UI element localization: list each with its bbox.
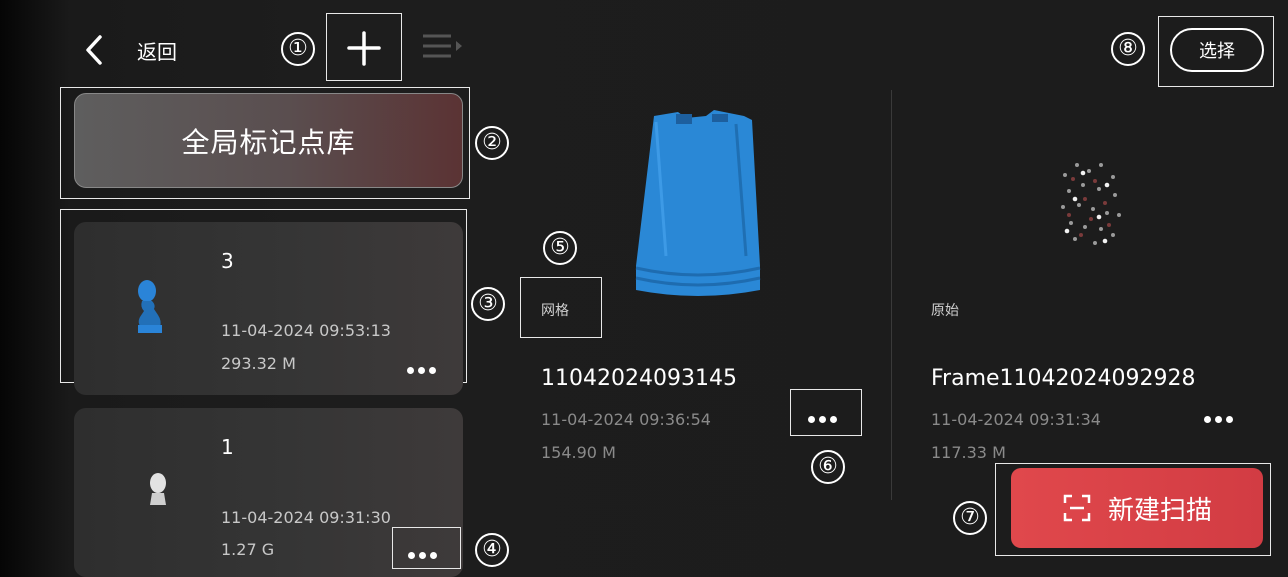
project-size: 154.90 M <box>541 443 616 462</box>
item-more-button[interactable] <box>408 544 441 563</box>
project-more-button[interactable] <box>808 408 841 427</box>
back-label: 返回 <box>137 40 177 64</box>
project-date: 11-04-2024 09:36:54 <box>541 410 711 429</box>
point-cloud-preview[interactable] <box>1055 155 1127 250</box>
scan-frame-icon <box>1063 494 1091 522</box>
item-size: 1.27 G <box>221 540 275 559</box>
annotation-6: ⑥ <box>811 450 845 484</box>
item-title: 3 <box>221 249 234 273</box>
annotation-5: ⑤ <box>543 231 577 265</box>
project-tag: 网格 <box>541 303 569 319</box>
project-title: Frame11042024092928 <box>931 366 1196 391</box>
global-marker-library-button[interactable]: 全局标记点库 <box>74 93 463 188</box>
model-thumbnail <box>138 280 162 333</box>
project-date: 11-04-2024 09:31:34 <box>931 410 1101 429</box>
annotation-1: ① <box>281 32 315 66</box>
list-sort-icon <box>423 34 462 58</box>
plus-icon <box>347 31 381 66</box>
app-window: 返回 ① ⑧ 选择 全局标记点库 ② 3 11-04-2024 09:53:13… <box>0 0 1288 577</box>
project-tag: 原始 <box>931 303 959 319</box>
new-scan-label: 新建扫描 <box>1107 495 1212 526</box>
item-date: 11-04-2024 09:53:13 <box>221 321 391 340</box>
list-item[interactable]: 3 11-04-2024 09:53:13 293.32 M <box>74 222 463 395</box>
new-scan-button[interactable]: 新建扫描 <box>1011 468 1263 548</box>
project-more-button[interactable] <box>1204 408 1237 427</box>
annotation-4: ④ <box>475 533 509 567</box>
add-button[interactable] <box>342 28 386 68</box>
back-button[interactable]: 返回 <box>82 30 202 70</box>
column-divider <box>891 90 892 500</box>
select-button[interactable]: 选择 <box>1170 28 1264 72</box>
item-size: 293.32 M <box>221 354 296 373</box>
project-size: 117.33 M <box>931 443 1006 462</box>
model-preview[interactable] <box>626 106 772 304</box>
annotation-7: ⑦ <box>953 501 987 535</box>
sort-button[interactable] <box>421 30 467 64</box>
more-dots-icon <box>808 408 841 427</box>
item-title: 1 <box>221 435 234 459</box>
chevron-left-icon <box>86 35 102 65</box>
annotation-8: ⑧ <box>1111 32 1145 66</box>
more-dots-icon <box>407 359 440 378</box>
item-date: 11-04-2024 09:31:30 <box>221 508 391 527</box>
item-more-button[interactable] <box>407 359 440 378</box>
model-thumbnail <box>150 473 166 505</box>
more-dots-icon <box>1204 408 1237 427</box>
more-dots-icon <box>408 544 441 563</box>
annotation-2: ② <box>475 126 509 160</box>
annotation-3: ③ <box>471 287 505 321</box>
project-title: 11042024093145 <box>541 366 737 391</box>
